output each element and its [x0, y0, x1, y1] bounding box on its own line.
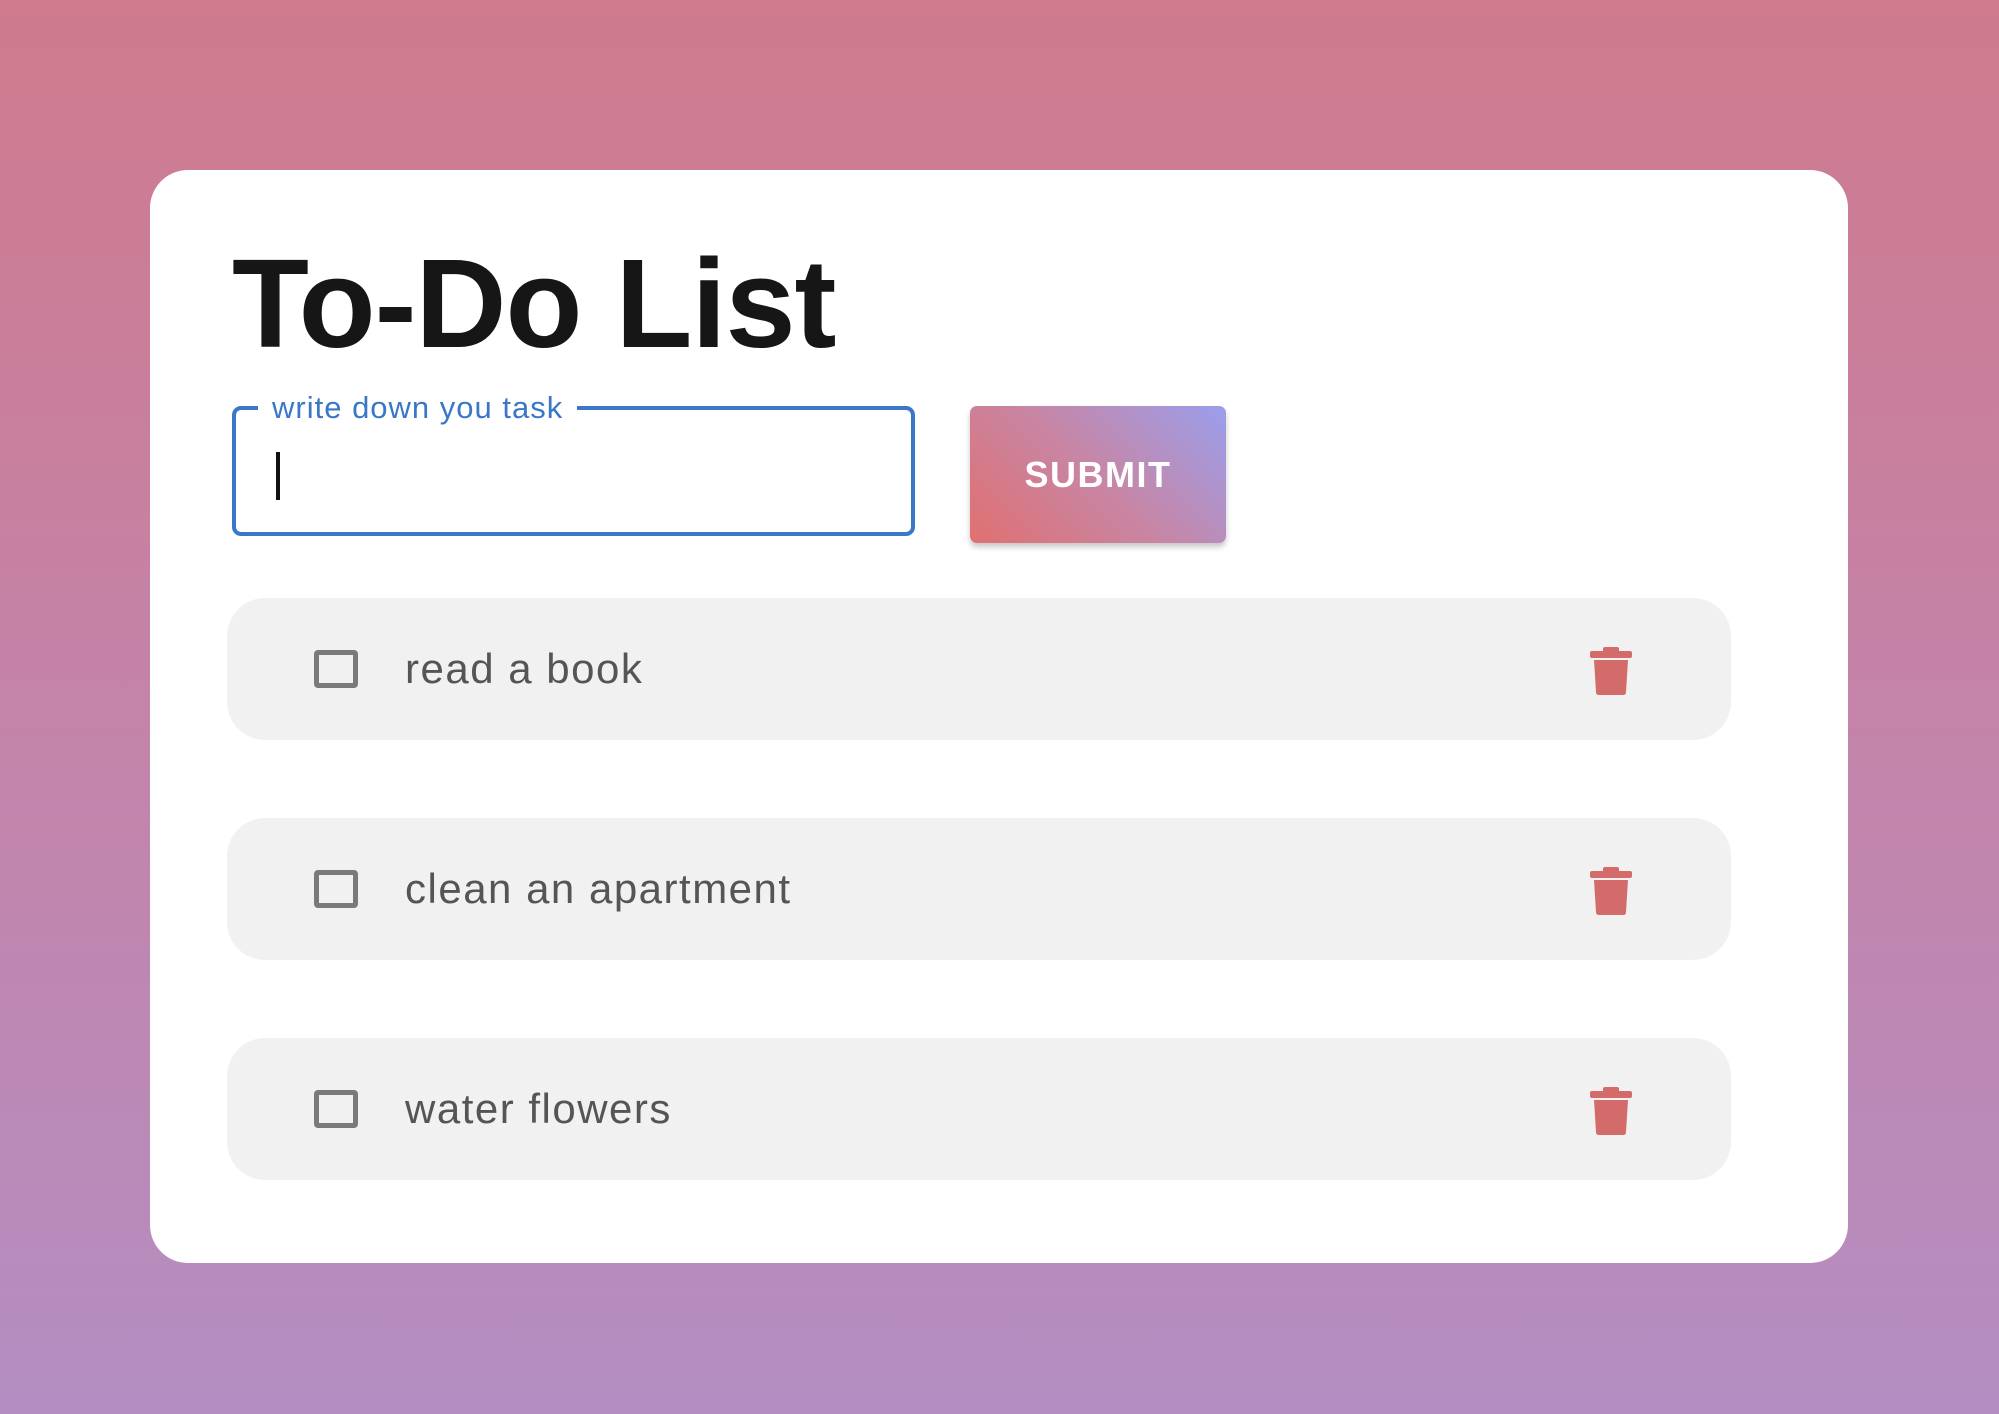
delete-task-button[interactable]: [1588, 866, 1634, 916]
task-checkbox[interactable]: [314, 650, 358, 688]
task-input[interactable]: [262, 440, 882, 502]
text-caret: [276, 452, 280, 500]
trash-icon: [1588, 646, 1634, 696]
task-label: water flowers: [405, 1085, 672, 1132]
delete-task-button[interactable]: [1588, 646, 1634, 696]
task-checkbox[interactable]: [314, 870, 358, 908]
trash-icon: [1588, 1086, 1634, 1136]
task-input-label: write down you task: [258, 390, 578, 426]
task-checkbox[interactable]: [314, 1090, 358, 1128]
trash-icon: [1588, 866, 1634, 916]
task-label: read a book: [405, 645, 644, 692]
task-item: read a book: [227, 598, 1731, 740]
page-title: To-Do List: [232, 233, 837, 374]
delete-task-button[interactable]: [1588, 1086, 1634, 1136]
task-list: read a book clean an apartment water flo…: [227, 598, 1731, 1258]
task-input-field[interactable]: write down you task: [232, 390, 915, 536]
task-label: clean an apartment: [405, 865, 792, 912]
submit-button[interactable]: SUBMIT: [970, 406, 1226, 543]
task-item: clean an apartment: [227, 818, 1731, 960]
todo-card: To-Do List write down you task SUBMIT re…: [150, 170, 1848, 1263]
task-item: water flowers: [227, 1038, 1731, 1180]
